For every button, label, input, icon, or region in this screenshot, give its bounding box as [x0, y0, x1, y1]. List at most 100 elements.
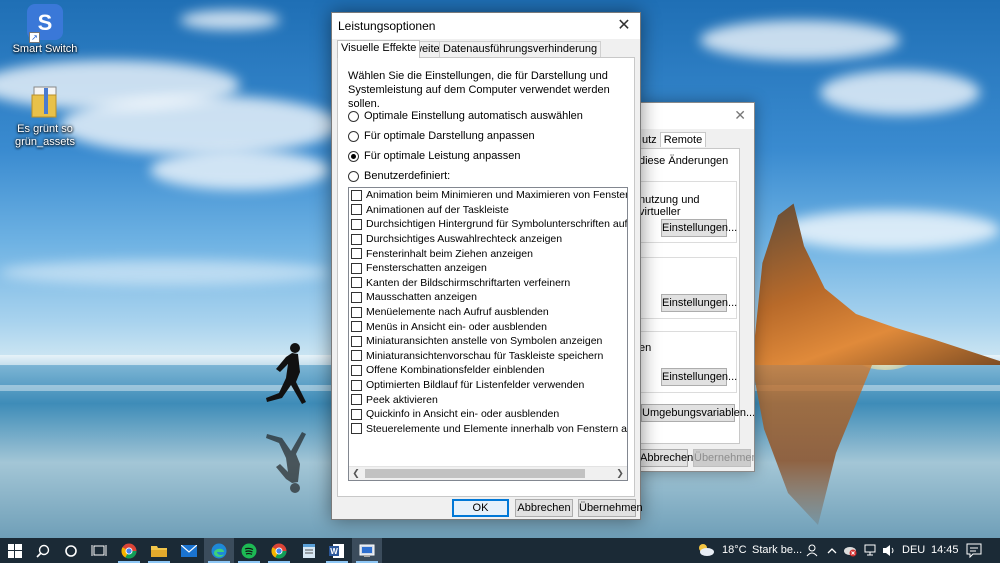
- taskbar-word[interactable]: W: [322, 538, 352, 563]
- taskbar-file-explorer[interactable]: [144, 538, 174, 563]
- checkbox[interactable]: [351, 189, 362, 201]
- list-item[interactable]: Fensterinhalt beim Ziehen anzeigen: [349, 246, 627, 261]
- tab-data-execution-prevention[interactable]: Datenausführungsverhinderung: [439, 41, 602, 58]
- ok-button[interactable]: OK: [452, 499, 509, 517]
- radio-button[interactable]: [348, 170, 359, 182]
- list-item[interactable]: Quickinfo in Ansicht ein- oder ausblende…: [349, 407, 627, 422]
- task-view-button[interactable]: [84, 538, 114, 563]
- admin-note: diese Änderungen: [639, 155, 729, 167]
- list-item[interactable]: Optimierten Bildlauf für Listenfelder ve…: [349, 378, 627, 393]
- checkbox[interactable]: [351, 306, 362, 318]
- taskbar-chrome-profile[interactable]: [264, 538, 294, 563]
- radio-best-performance[interactable]: Für optimale Leistung anpassen: [348, 150, 521, 162]
- close-icon[interactable]: ✕: [616, 15, 632, 35]
- apply-button[interactable]: Übernehmen: [578, 499, 643, 517]
- list-item-label: Durchsichtigen Hintergrund für Symbolunt…: [366, 218, 627, 231]
- task-view-icon: [91, 544, 107, 556]
- checkbox[interactable]: [351, 233, 362, 245]
- checkbox[interactable]: [351, 408, 362, 420]
- horizontal-scrollbar[interactable]: ❮ ❯: [349, 466, 627, 480]
- radio-best-appearance[interactable]: Für optimale Darstellung anpassen: [348, 130, 535, 142]
- chevron-right-icon[interactable]: ❯: [613, 467, 627, 480]
- list-item[interactable]: Kanten der Bildschirmschriftarten verfei…: [349, 276, 627, 291]
- checkbox[interactable]: [351, 321, 362, 333]
- intro-text: Wählen Sie die Einstellungen, die für Da…: [348, 70, 610, 110]
- checkbox[interactable]: [351, 423, 362, 435]
- checkbox[interactable]: [351, 335, 362, 347]
- list-item[interactable]: Durchsichtigen Hintergrund für Symbolunt…: [349, 217, 627, 232]
- visual-effects-list[interactable]: Animation beim Minimieren und Maximieren…: [348, 187, 628, 481]
- search-button[interactable]: [28, 538, 58, 563]
- clock[interactable]: 14:45: [931, 544, 959, 556]
- cancel-button[interactable]: Abbrechen: [515, 499, 573, 517]
- chevron-up-icon[interactable]: [826, 544, 838, 557]
- cortana-button[interactable]: [56, 538, 86, 563]
- radio-custom[interactable]: Benutzerdefiniert:: [348, 170, 450, 182]
- tab-visual-effects[interactable]: Visuelle Effekte: [337, 40, 421, 58]
- window-title: Leistungsoptionen: [338, 19, 436, 33]
- user-profiles-settings-button[interactable]: Einstellungen...: [661, 294, 737, 312]
- cancel-button[interactable]: Abbrechen: [639, 449, 693, 467]
- checkbox[interactable]: [351, 248, 362, 260]
- environment-variables-button[interactable]: Umgebungsvariablen...: [641, 404, 754, 422]
- checkbox[interactable]: [351, 204, 362, 216]
- checkbox[interactable]: [351, 394, 362, 406]
- list-item[interactable]: Durchsichtiges Auswahlrechteck anzeigen: [349, 232, 627, 247]
- cloud-sync-icon[interactable]: [843, 543, 857, 557]
- list-item[interactable]: Offene Kombinationsfelder einblenden: [349, 363, 627, 378]
- taskbar-spotify[interactable]: [234, 538, 264, 563]
- list-item[interactable]: Peek aktivieren: [349, 392, 627, 407]
- taskbar-mail[interactable]: [174, 538, 204, 563]
- list-item[interactable]: Steuerelemente und Elemente innerhalb vo…: [349, 422, 627, 437]
- weather-cloud-icon[interactable]: [697, 543, 715, 557]
- radio-button[interactable]: [348, 110, 359, 122]
- notification-icon[interactable]: [966, 543, 982, 558]
- list-item[interactable]: Miniaturansichtenvorschau für Taskleiste…: [349, 349, 627, 364]
- desktop-icon-label: Smart Switch: [12, 43, 78, 55]
- taskbar-chrome[interactable]: [114, 538, 144, 563]
- scrollbar-thumb[interactable]: [365, 469, 585, 478]
- taskbar-system-settings[interactable]: [352, 538, 382, 563]
- checkbox[interactable]: [351, 379, 362, 391]
- list-item[interactable]: Mausschatten anzeigen: [349, 290, 627, 305]
- list-item-label: Kanten der Bildschirmschriftarten verfei…: [366, 276, 571, 289]
- chevron-left-icon[interactable]: ❮: [349, 467, 363, 480]
- apply-button[interactable]: Übernehmen: [693, 449, 754, 467]
- weather-temperature[interactable]: 18°C: [722, 544, 747, 556]
- list-item[interactable]: Animationen auf der Taskleiste: [349, 203, 627, 218]
- volume-icon[interactable]: [882, 544, 896, 557]
- system-properties-window: ✕ utz Remote diese Änderungen nutzung und…: [638, 102, 755, 472]
- taskbar-edge[interactable]: [204, 538, 234, 563]
- list-item[interactable]: Menüelemente nach Aufruf ausblenden: [349, 305, 627, 320]
- list-item[interactable]: Fensterschatten anzeigen: [349, 261, 627, 276]
- taskbar-notepad[interactable]: [294, 538, 324, 563]
- list-item-label: Menüelemente nach Aufruf ausblenden: [366, 306, 549, 319]
- checkbox[interactable]: [351, 218, 362, 230]
- checkbox[interactable]: [351, 291, 362, 303]
- chrome-profile-icon: [271, 543, 287, 558]
- checkbox[interactable]: [351, 350, 362, 362]
- tab-computerschutz[interactable]: utz: [639, 133, 660, 147]
- people-icon[interactable]: [806, 544, 818, 557]
- close-icon[interactable]: ✕: [734, 107, 746, 124]
- language-indicator[interactable]: DEU: [902, 544, 925, 556]
- radio-label: Benutzerdefiniert:: [364, 170, 451, 182]
- radio-button[interactable]: [348, 130, 359, 142]
- desktop-icon-smart-switch[interactable]: S ↗ Smart Switch: [10, 4, 80, 56]
- checkbox[interactable]: [351, 364, 362, 376]
- cortana-icon: [65, 544, 77, 557]
- checkbox[interactable]: [351, 262, 362, 274]
- performance-settings-button[interactable]: Einstellungen...: [661, 219, 737, 237]
- network-icon[interactable]: [864, 544, 878, 557]
- tab-remote[interactable]: Remote: [659, 132, 707, 147]
- list-item[interactable]: Animation beim Minimieren und Maximieren…: [349, 188, 627, 203]
- checkbox[interactable]: [351, 277, 362, 289]
- startup-settings-button[interactable]: Einstellungen...: [661, 368, 737, 386]
- list-item[interactable]: Miniaturansichten anstelle von Symbolen …: [349, 334, 627, 349]
- start-button[interactable]: [0, 538, 30, 563]
- weather-text[interactable]: Stark be...: [752, 544, 802, 556]
- radio-auto[interactable]: Optimale Einstellung automatisch auswähl…: [348, 110, 583, 122]
- list-item[interactable]: Menüs in Ansicht ein- oder ausblenden: [349, 319, 627, 334]
- desktop-icon-folder[interactable]: Es grünt so grün_assets: [10, 84, 80, 149]
- radio-button-selected[interactable]: [348, 150, 359, 162]
